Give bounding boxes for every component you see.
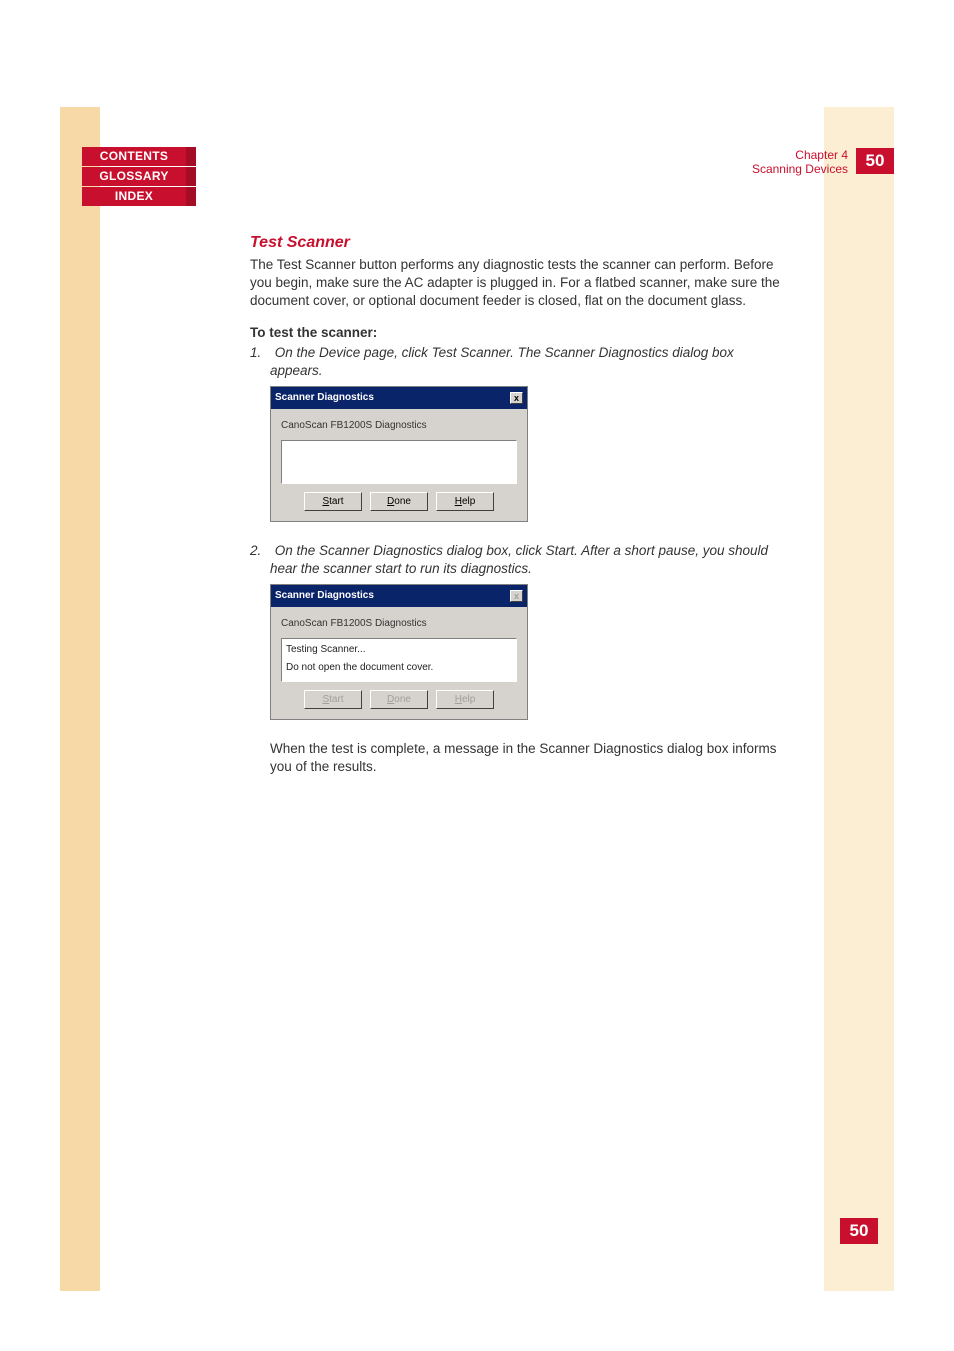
- step-2: 2. On the Scanner Diagnostics dialog box…: [250, 542, 780, 578]
- status-line-2: Do not open the document cover.: [286, 659, 512, 677]
- nav-index[interactable]: INDEX: [82, 187, 196, 206]
- intro-paragraph: The Test Scanner button performs any dia…: [250, 256, 780, 310]
- device-name-label: CanoScan FB1200S Diagnostics: [281, 417, 517, 435]
- scanner-diagnostics-dialog-2: Scanner Diagnostics x CanoScan FB1200S D…: [270, 584, 528, 720]
- done-button: Done: [370, 690, 428, 709]
- step-1: 1. On the Device page, click Test Scanne…: [250, 344, 780, 380]
- close-icon: x: [510, 590, 523, 602]
- help-button: Help: [436, 690, 494, 709]
- procedure-heading: To test the scanner:: [250, 324, 780, 342]
- done-button[interactable]: Done: [370, 492, 428, 511]
- chapter-number: Chapter 4: [752, 148, 848, 162]
- dialog-titlebar: Scanner Diagnostics x: [271, 585, 527, 607]
- right-margin-column: [824, 107, 894, 1291]
- main-content: Test Scanner The Test Scanner button per…: [250, 234, 780, 790]
- dialog-title: Scanner Diagnostics: [275, 587, 374, 605]
- help-button[interactable]: Help: [436, 492, 494, 511]
- section-heading: Test Scanner: [250, 234, 780, 252]
- status-box: [281, 440, 517, 484]
- page-number-bottom: 50: [840, 1218, 878, 1244]
- dialog-title: Scanner Diagnostics: [275, 389, 374, 407]
- close-icon[interactable]: x: [510, 392, 523, 404]
- start-button: Start: [304, 690, 362, 709]
- status-line-1: Testing Scanner...: [286, 641, 512, 659]
- start-button[interactable]: Start: [304, 492, 362, 511]
- nav-contents[interactable]: CONTENTS: [82, 147, 196, 166]
- scanner-diagnostics-dialog-1: Scanner Diagnostics x CanoScan FB1200S D…: [270, 386, 528, 522]
- chapter-section: Scanning Devices: [752, 162, 848, 176]
- status-box: Testing Scanner... Do not open the docum…: [281, 638, 517, 682]
- device-name-label: CanoScan FB1200S Diagnostics: [281, 615, 517, 633]
- nav-tabs: CONTENTS GLOSSARY INDEX: [82, 147, 196, 207]
- nav-glossary[interactable]: GLOSSARY: [82, 167, 196, 186]
- chapter-header: Chapter 4 Scanning Devices 50: [752, 148, 894, 176]
- dialog-titlebar: Scanner Diagnostics x: [271, 387, 527, 409]
- page-number-top: 50: [856, 148, 894, 174]
- left-margin-strip: [60, 107, 100, 1291]
- result-paragraph: When the test is complete, a message in …: [250, 740, 780, 776]
